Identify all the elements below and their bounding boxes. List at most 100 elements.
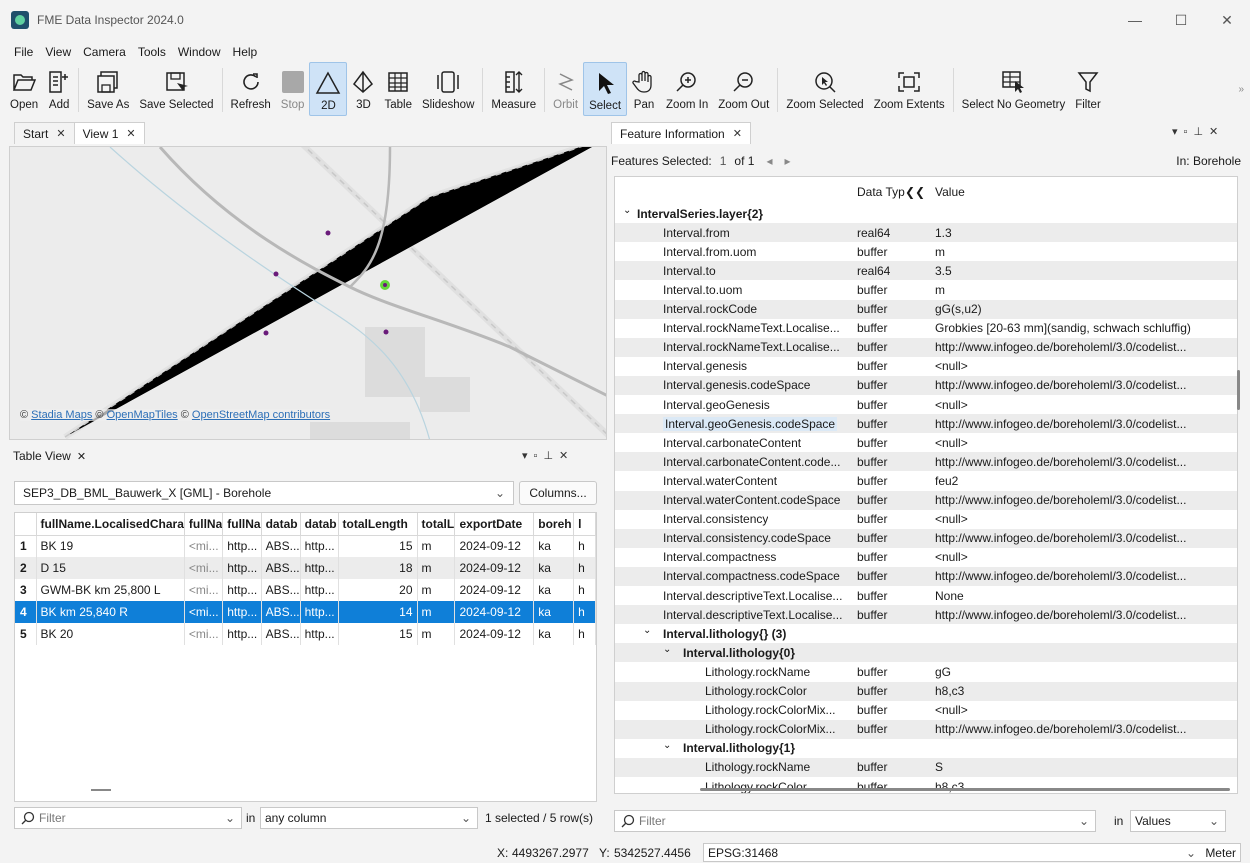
tab-view-1[interactable]: View 1 ✕ xyxy=(73,122,145,144)
attribute-row[interactable]: Lithology.rockName buffer S xyxy=(615,757,1237,777)
attribute-group-row[interactable]: ⌄ IntervalSeries.layer{2} xyxy=(615,204,1237,223)
attribute-row[interactable]: Interval.waterContent.codeSpace buffer htt… xyxy=(615,490,1237,510)
attribute-row[interactable]: Interval.from real64 1.3 xyxy=(615,223,1237,243)
table-cell[interactable]: m xyxy=(417,579,456,601)
attribute-row[interactable]: Lithology.rockColorMix... buffer http://ww… xyxy=(615,719,1237,739)
attribute-row[interactable]: Interval.compactness buffer <null> xyxy=(615,548,1237,567)
column-header[interactable]: totalL xyxy=(417,513,456,536)
table-cell[interactable]: 20 xyxy=(338,579,418,601)
dropdown-menu-icon[interactable]: ▾ xyxy=(522,450,534,462)
collapse-columns-icon[interactable]: ❮❮ xyxy=(905,185,925,199)
table-cell[interactable]: ka xyxy=(533,535,575,557)
menu-tools[interactable]: Tools xyxy=(138,45,166,59)
table-cell[interactable]: h xyxy=(573,579,596,601)
pin-icon[interactable]: ⊥ xyxy=(543,450,559,462)
table-cell[interactable]: D 15 xyxy=(36,557,185,579)
filter-scope-selector[interactable]: Values ⌄ xyxy=(1130,810,1226,832)
column-header[interactable]: totalLength xyxy=(338,513,418,536)
column-header[interactable]: boreh xyxy=(533,513,575,536)
row-number[interactable]: 5 xyxy=(15,623,37,645)
chevron-down-icon[interactable]: ⌄ xyxy=(623,205,631,216)
row-number[interactable]: 4 xyxy=(15,601,37,623)
zoom-selected-button[interactable]: Zoom Selected xyxy=(781,62,868,116)
table-cell[interactable]: 2024-09-12 xyxy=(454,623,535,645)
attribute-row[interactable]: Interval.to.uom buffer m xyxy=(615,280,1237,299)
table-cell[interactable]: http... xyxy=(222,557,262,579)
pan-button[interactable]: Pan xyxy=(627,62,661,116)
table-cell[interactable]: 2024-09-12 xyxy=(454,579,535,601)
attribute-row[interactable]: Interval.consistency.codeSpace buffer http… xyxy=(615,528,1237,548)
table-cell[interactable]: ka xyxy=(533,623,575,645)
table-cell[interactable]: <mi... xyxy=(184,601,224,623)
table-cell[interactable]: 15 xyxy=(338,535,418,557)
close-window-button[interactable]: ✕ xyxy=(1204,0,1250,40)
attribute-row[interactable]: Interval.carbonateContent buffer <null> xyxy=(615,433,1237,452)
table-cell[interactable]: m xyxy=(417,535,456,557)
table-cell[interactable]: 15 xyxy=(338,623,418,645)
attribute-row[interactable]: Lithology.rockColor buffer h8,c3 xyxy=(615,777,1237,794)
next-feature-button[interactable]: ▸ xyxy=(784,154,790,168)
attribute-row[interactable]: Interval.from.uom buffer m xyxy=(615,242,1237,261)
attribute-row[interactable]: Interval.consistency buffer <null> xyxy=(615,510,1237,529)
table-cell[interactable]: <mi... xyxy=(184,557,224,579)
table-row[interactable]: 2D 15 <mi... http... ABS... http... 18 m 2024-0… xyxy=(15,557,596,579)
table-cell[interactable]: BK km 25,840 R xyxy=(36,601,185,623)
chevron-down-icon[interactable]: ⌄ xyxy=(643,625,651,636)
table-filter-input[interactable]: Filter ⌄ xyxy=(14,807,242,829)
attribute-row[interactable]: Lithology.rockColorMix... buffer <null> xyxy=(615,701,1237,720)
menu-view[interactable]: View xyxy=(45,45,71,59)
table-button[interactable]: Table xyxy=(379,62,417,116)
attribute-row[interactable]: Interval.geoGenesis.codeSpace buffer http:… xyxy=(615,414,1237,434)
attribute-row[interactable]: Interval.compactness.codeSpace buffer http… xyxy=(615,566,1237,586)
close-icon[interactable]: ✕ xyxy=(126,127,135,140)
save-selected-button[interactable]: Save Selected xyxy=(134,62,218,116)
table-cell[interactable]: http... xyxy=(222,579,262,601)
table-cell[interactable]: h xyxy=(573,535,596,557)
zoom-extents-button[interactable]: Zoom Extents xyxy=(869,62,950,116)
column-header[interactable]: fullName.LocalisedChara xyxy=(36,513,185,536)
table-cell[interactable]: ABS... xyxy=(261,601,301,623)
close-icon[interactable]: ✕ xyxy=(77,450,86,463)
close-icon[interactable]: ✕ xyxy=(733,127,742,140)
attribute-row[interactable]: Lithology.rockColor buffer h8,c3 xyxy=(615,681,1237,701)
attribute-row[interactable]: Interval.descriptiveText.Localise... buff… xyxy=(615,605,1237,625)
previous-feature-button[interactable]: ◂ xyxy=(766,154,772,168)
tab-start[interactable]: Start ✕ xyxy=(14,122,75,144)
stop-button[interactable]: Stop xyxy=(276,62,310,116)
table-cell[interactable]: http... xyxy=(300,535,339,557)
column-header[interactable]: datab xyxy=(300,513,339,536)
view-2d-button[interactable]: 2D xyxy=(309,62,348,116)
chevron-down-icon[interactable]: ⌄ xyxy=(663,740,671,751)
crs-selector[interactable]: EPSG:31468 ⌄ Meter xyxy=(703,843,1241,862)
attribute-row[interactable]: Interval.waterContent buffer feu2 xyxy=(615,471,1237,490)
vertical-scrollbar[interactable] xyxy=(1237,370,1240,410)
attribute-group-row[interactable]: ⌄ Interval.lithology{0} xyxy=(615,643,1237,663)
openmaptiles-link[interactable]: OpenMapTiles xyxy=(107,409,178,421)
column-header[interactable]: l xyxy=(573,513,596,536)
table-cell[interactable]: ABS... xyxy=(261,535,301,557)
table-row[interactable]: 5 BK 20 <mi... http... ABS... http... 15 m 2024-… xyxy=(15,623,596,645)
horizontal-scrollbar[interactable] xyxy=(91,789,111,791)
table-cell[interactable]: <mi... xyxy=(184,535,224,557)
table-cell[interactable]: ka xyxy=(533,579,575,601)
column-header[interactable]: datab xyxy=(261,513,301,536)
table-cell[interactable]: m xyxy=(417,623,456,645)
attribute-row[interactable]: Lithology.rockName buffer gG xyxy=(615,662,1237,681)
attribute-row[interactable]: Interval.geoGenesis buffer <null> xyxy=(615,395,1237,414)
select-button[interactable]: Select xyxy=(583,62,628,116)
openstreetmap-link[interactable]: OpenStreetMap contributors xyxy=(192,409,330,421)
map-canvas[interactable]: © Stadia Maps © OpenMapTiles © OpenStree… xyxy=(9,146,607,440)
table-row[interactable]: 3 GWM-BK km 25,800 L <mi... http... ABS... ht… xyxy=(15,579,596,601)
close-panel-icon[interactable]: ✕ xyxy=(559,450,574,462)
zoom-in-button[interactable]: Zoom In xyxy=(661,62,713,116)
menu-help[interactable]: Help xyxy=(233,45,258,59)
open-button[interactable]: Open xyxy=(5,62,43,116)
table-cell[interactable]: h xyxy=(573,623,596,645)
table-cell[interactable]: 14 xyxy=(338,601,418,623)
attribute-row[interactable]: Interval.carbonateContent.code... buffer h… xyxy=(615,452,1237,472)
minimize-button[interactable]: — xyxy=(1112,0,1158,40)
table-row[interactable]: 4 BK km 25,840 R <mi... http... ABS... http..… xyxy=(15,601,596,623)
attribute-row[interactable]: Interval.descriptiveText.Localise... buff… xyxy=(615,586,1237,605)
zoom-out-button[interactable]: Zoom Out xyxy=(713,62,774,116)
save-as-button[interactable]: Save As xyxy=(82,62,134,116)
